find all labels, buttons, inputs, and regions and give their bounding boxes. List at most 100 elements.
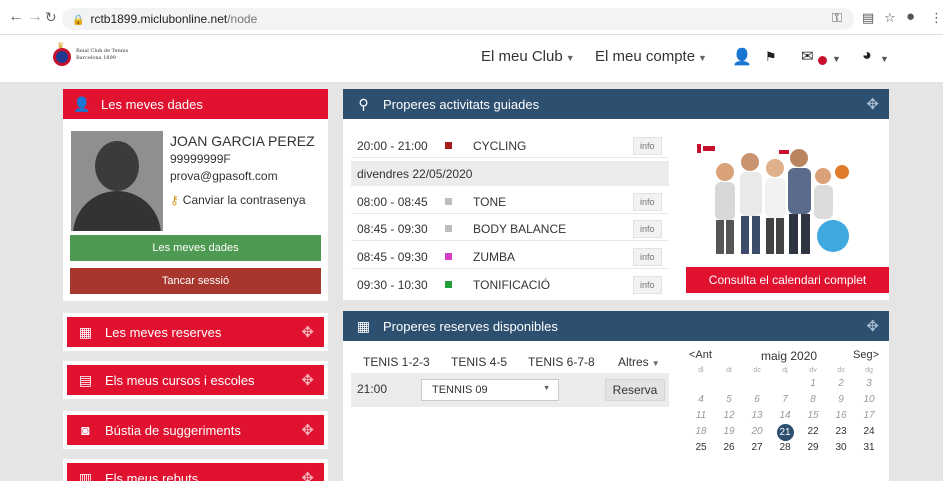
mail-icon[interactable]: ✉ <box>801 47 814 65</box>
address-bar[interactable]: 🔒 rctb1899.miclubonline.net/node <box>62 8 854 30</box>
move-icon[interactable]: ✥ <box>301 421 314 439</box>
user-id: 99999999F <box>170 152 231 166</box>
move-icon[interactable]: ✥ <box>866 95 879 113</box>
star-icon[interactable]: ☆ <box>884 10 896 26</box>
sidebar-item-suggestions[interactable]: ◙ Bústia de suggeriments ✥ <box>63 411 328 449</box>
activity-info-button[interactable]: info <box>633 137 662 155</box>
activity-row: 08:45 - 09:30 ZUMBA info <box>351 243 669 269</box>
calendar-day: 6 <box>754 394 760 405</box>
profile-panel-title: Les meves dades <box>101 96 203 112</box>
activity-name: TONE <box>473 195 507 209</box>
calendar-day: 13 <box>751 410 763 421</box>
chevron-down-icon: ▼ <box>565 53 575 63</box>
tab-others-label: Altres <box>618 355 649 369</box>
calendar-prev-button[interactable]: <Ant <box>689 349 712 361</box>
activity-day-header: divendres 22/05/2020 <box>351 161 669 186</box>
activity-info-button[interactable]: info <box>633 220 662 238</box>
sidebar-item-label: Bústia de suggeriments <box>105 422 241 438</box>
my-data-button[interactable]: Les meves dades <box>70 235 321 261</box>
url-path: /node <box>227 12 258 26</box>
sidebar-item-suggestions-header: ◙ Bústia de suggeriments ✥ <box>67 415 324 445</box>
calendar-day: 1 <box>810 378 816 389</box>
calendar-day[interactable]: 22 <box>799 424 827 440</box>
reservations-panel-title: Properes reserves disponibles <box>383 318 558 334</box>
tab-others[interactable]: Altres ▼ <box>618 355 660 369</box>
avatar <box>71 131 163 231</box>
chevron-down-icon[interactable]: ▼ <box>880 54 889 64</box>
calendar-day[interactable]: 29 <box>799 440 827 456</box>
account-icon[interactable]: ● <box>906 8 915 25</box>
sidebar-item-label: Les meves reserves <box>105 324 222 340</box>
activity-row: 08:00 - 08:45 TONE info <box>351 188 669 214</box>
menu-my-account[interactable]: El meu compte ▼ <box>595 48 707 65</box>
tab-tenis-4-5[interactable]: TENIS 4-5 <box>451 355 507 369</box>
menu-my-account-label: El meu compte <box>595 48 696 65</box>
weekday-label: dl <box>698 367 704 374</box>
back-arrow-icon[interactable]: ← <box>8 8 24 26</box>
forward-arrow-icon[interactable]: → <box>27 8 43 26</box>
avatar-head-shape <box>95 141 139 191</box>
courses-icon: ▤ <box>78 371 93 388</box>
mini-calendar: <Ant maig 2020 Seg> dl dt dc dj dv ds dg… <box>687 349 883 465</box>
sidebar-item-label: Els meus rebuts <box>105 470 199 481</box>
activity-info-button[interactable]: info <box>633 276 662 294</box>
calendar-day: 14 <box>779 410 791 421</box>
full-calendar-button[interactable]: Consulta el calendari complet <box>686 267 889 293</box>
sidebar-item-courses[interactable]: ▤ Els meus cursos i escoles ✥ <box>63 361 328 399</box>
activity-info-button[interactable]: info <box>633 193 662 211</box>
user-info-icon[interactable]: 👤 <box>732 47 752 67</box>
tab-tenis-6-7-8[interactable]: TENIS 6-7-8 <box>528 355 595 369</box>
activities-panel: ⚲ Properes activitats guiades ✥ 20:00 - … <box>343 89 889 300</box>
move-icon[interactable]: ✥ <box>301 371 314 389</box>
calendar-day[interactable]: 23 <box>827 424 855 440</box>
move-icon[interactable]: ✥ <box>301 323 314 341</box>
calendar-grid: dl dt dc dj dv ds dg 1 2 3 4 5 6 7 8 9 1… <box>687 365 883 456</box>
flag-icon[interactable]: ⚑ <box>765 49 777 65</box>
calendar-day[interactable]: 27 <box>743 440 771 456</box>
calendar-day[interactable]: 25 <box>687 440 715 456</box>
user-email: prova@gpasoft.com <box>170 169 278 183</box>
move-icon[interactable]: ✥ <box>866 317 879 335</box>
calendar-day: 8 <box>810 394 816 405</box>
calendar-day: 19 <box>723 426 735 437</box>
calendar-next-button[interactable]: Seg> <box>853 349 879 361</box>
calendar-day[interactable]: 26 <box>715 440 743 456</box>
reload-icon[interactable]: ↻ <box>45 8 57 26</box>
activity-info-button[interactable]: info <box>633 248 662 266</box>
key-icon[interactable]: ⚿ <box>832 10 842 26</box>
avatar-shoulders-shape <box>73 191 161 231</box>
browser-menu-icon[interactable]: ⋮ <box>930 10 943 26</box>
calendar-icon: ▦ <box>78 323 93 340</box>
change-password-link[interactable]: ⚷ Canviar la contrasenya <box>170 193 306 207</box>
activity-time: 09:30 - 10:30 <box>357 278 428 292</box>
menu-my-club[interactable]: El meu Club ▼ <box>481 48 575 65</box>
move-icon[interactable]: ✥ <box>301 469 314 481</box>
calendar-day[interactable]: 28 <box>771 440 799 456</box>
weekday-label: ds <box>837 367 845 374</box>
activity-name: CYCLING <box>473 139 527 153</box>
chevron-down-icon[interactable]: ▼ <box>832 54 841 64</box>
sidebar-item-receipts[interactable]: ▥ Els meus rebuts ✥ <box>63 459 328 481</box>
weekday-label: dt <box>726 367 732 374</box>
calendar-day: 5 <box>726 394 732 405</box>
logo-line1: Reial Club de Tennis <box>76 48 129 54</box>
reserve-button[interactable]: Reserva <box>605 379 665 401</box>
club-logo[interactable] <box>53 48 71 66</box>
sidebar-item-label: Els meus cursos i escoles <box>105 372 255 388</box>
menu-my-club-label: El meu Club <box>481 48 563 65</box>
court-select[interactable]: TENNIS 09 ▼ <box>421 379 559 401</box>
calendar-day <box>715 376 743 392</box>
calendar-day <box>687 376 715 392</box>
translate-icon[interactable]: ▤ <box>862 10 874 26</box>
calendar-day[interactable]: 30 <box>827 440 855 456</box>
globe-icon[interactable]: ◕ <box>862 47 872 65</box>
calendar-day[interactable]: 31 <box>855 440 883 456</box>
activity-color-marker <box>445 225 452 232</box>
activity-color-marker <box>445 142 452 149</box>
calendar-day-today[interactable]: 21 <box>771 424 799 441</box>
tab-tenis-1-2-3[interactable]: TENIS 1-2-3 <box>363 355 430 369</box>
calendar-day[interactable]: 24 <box>855 424 883 440</box>
browser-toolbar: ← → ↻ 🔒 rctb1899.miclubonline.net/node ⚿ … <box>0 0 943 35</box>
logout-button[interactable]: Tancar sessió <box>70 268 321 294</box>
sidebar-item-reservations[interactable]: ▦ Les meves reserves ✥ <box>63 313 328 351</box>
